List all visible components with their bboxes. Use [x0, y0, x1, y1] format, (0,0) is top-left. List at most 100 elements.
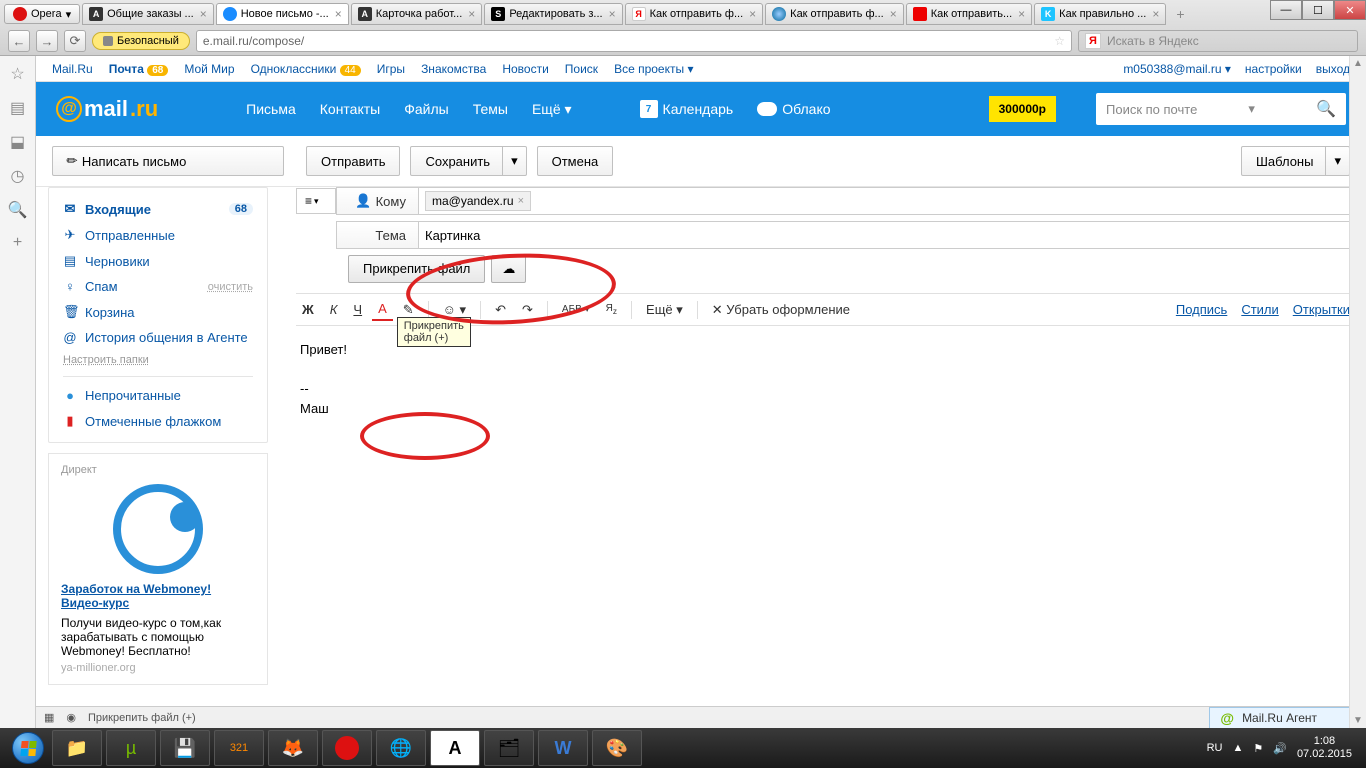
tray-lang[interactable]: RU	[1207, 742, 1223, 754]
remove-format-button[interactable]: ✕ Убрать оформление	[706, 299, 856, 321]
hdr-contacts[interactable]: Контакты	[320, 101, 380, 117]
bold-button[interactable]: Ж	[296, 299, 320, 320]
tray-sound-icon[interactable]: 🔊	[1273, 742, 1287, 755]
tab-5[interactable]: Как отправить ф...×	[765, 3, 904, 25]
maximize-button[interactable]: ☐	[1302, 0, 1334, 20]
reload-button[interactable]: ⟳	[64, 30, 86, 52]
task-folders[interactable]: 🗂	[484, 730, 534, 766]
topnav-link[interactable]: Игры	[377, 62, 405, 76]
cards-link[interactable]: Открытки	[1293, 302, 1350, 317]
folder-trash[interactable]: 🗑Корзина	[49, 299, 267, 325]
signature-link[interactable]: Подпись	[1176, 302, 1227, 317]
recipient-chip[interactable]: ma@yandex.ru×	[425, 191, 531, 211]
compose-button[interactable]: ✎ Написать письмо	[52, 146, 284, 176]
scrollbar[interactable]	[1349, 56, 1366, 728]
safe-badge[interactable]: Безопасный	[92, 32, 190, 50]
folder-agent[interactable]: @История общения в Агенте	[49, 325, 267, 350]
bookmark-icon[interactable]: ☆	[1054, 34, 1065, 48]
topnav-link[interactable]: Все проекты ▾	[614, 62, 693, 76]
tab-3[interactable]: SРедактировать з...×	[484, 3, 622, 25]
task-mpc[interactable]: 321	[214, 730, 264, 766]
settings-link[interactable]: настройки	[1245, 62, 1302, 76]
editor-body[interactable]: Привет! -- Маш	[296, 326, 1350, 606]
tab-7[interactable]: KКак правильно ...×	[1034, 3, 1166, 25]
topnav-link[interactable]: Поиск	[565, 62, 598, 76]
folder-inbox[interactable]: ✉Входящие68	[49, 196, 267, 222]
folder-spam[interactable]: ♀Спамочистить	[49, 274, 267, 299]
send-button[interactable]: Отправить	[306, 146, 400, 176]
ad-image[interactable]	[93, 484, 223, 574]
subject-field[interactable]	[418, 221, 1350, 249]
folder-drafts[interactable]: ▤Черновики	[49, 248, 267, 274]
hdr-files[interactable]: Файлы	[404, 101, 448, 117]
templates-button[interactable]: Шаблоны▾	[1241, 146, 1350, 176]
search-icon[interactable]: 🔍	[1316, 99, 1336, 119]
chevron-down-icon[interactable]: ▾	[502, 147, 526, 175]
hdr-themes[interactable]: Темы	[473, 101, 508, 117]
task-explorer[interactable]: 📁	[52, 730, 102, 766]
opera-menu-button[interactable]: Opera ▾	[4, 4, 80, 24]
tab-2[interactable]: AКарточка работ...×	[351, 3, 483, 25]
logout-link[interactable]: выход	[1316, 62, 1350, 76]
folder-flagged[interactable]: ▮Отмеченные флажком	[49, 408, 267, 434]
attach-button[interactable]: Прикрепить файл	[348, 255, 485, 283]
task-word[interactable]: W	[538, 730, 588, 766]
tab-4[interactable]: ЯКак отправить ф...×	[625, 3, 764, 25]
promo-badge[interactable]: 300000р	[989, 96, 1056, 122]
topnav-link[interactable]: Мой Мир	[184, 62, 234, 76]
start-button[interactable]	[8, 728, 48, 768]
styles-link[interactable]: Стили	[1241, 302, 1278, 317]
back-button[interactable]: ←	[8, 30, 30, 52]
task-firefox[interactable]: 🦊	[268, 730, 318, 766]
tag-icon[interactable]: ⬓	[10, 132, 25, 152]
tab-6[interactable]: Как отправить...×	[906, 3, 1032, 25]
tray-clock[interactable]: 1:08 07.02.2015	[1297, 735, 1352, 761]
task-paint[interactable]: 🎨	[592, 730, 642, 766]
undo-button[interactable]: ↶	[489, 299, 512, 321]
italic-button[interactable]: К	[324, 299, 344, 320]
cancel-button[interactable]: Отмена	[537, 146, 614, 176]
search-icon[interactable]: 🔍	[8, 200, 28, 220]
spellcheck-button[interactable]: АБВ ▾	[556, 301, 596, 318]
agent-bar[interactable]: @ Mail.Ru Агент	[1209, 707, 1358, 729]
folder-sent[interactable]: ✈Отправленные	[49, 222, 267, 248]
folder-unread[interactable]: ●Непрочитанные	[49, 383, 267, 408]
task-chrome[interactable]: 🌐	[376, 730, 426, 766]
hdr-letters[interactable]: Письма	[246, 101, 296, 117]
topnav-link[interactable]: Знакомства	[421, 62, 486, 76]
close-button[interactable]: ✕	[1334, 0, 1366, 20]
tab-0[interactable]: AОбщие заказы ...×	[82, 3, 214, 25]
close-icon[interactable]: ×	[1152, 7, 1159, 21]
highlight-button[interactable]: ✎Прикрепить файл (+)	[397, 299, 420, 321]
close-icon[interactable]: ×	[335, 7, 342, 21]
tray-flag-icon[interactable]: ⚑	[1253, 742, 1263, 755]
close-icon[interactable]: ×	[468, 7, 475, 21]
attach-cloud-button[interactable]: ☁	[491, 255, 526, 283]
yandex-search[interactable]: Я Искать в Яндекс	[1078, 30, 1358, 52]
tab-1[interactable]: Новое письмо -...×	[216, 3, 349, 25]
ad-link[interactable]: Заработок на Webmoney! Видео-курс	[61, 582, 255, 610]
remove-icon[interactable]: ×	[518, 195, 524, 207]
close-icon[interactable]: ×	[749, 7, 756, 21]
topnav-link[interactable]: Новости	[502, 62, 548, 76]
close-icon[interactable]: ×	[200, 7, 207, 21]
history-icon[interactable]: ◷	[11, 166, 25, 186]
subject-input[interactable]	[425, 228, 1343, 243]
hdr-more[interactable]: Ещё ▾	[532, 101, 572, 118]
topnav-link[interactable]: Mail.Ru	[52, 62, 93, 76]
more-button[interactable]: Ещё ▾	[640, 299, 689, 321]
close-icon[interactable]: ×	[1018, 7, 1025, 21]
chevron-down-icon[interactable]: ▾	[1325, 147, 1349, 175]
task-opera[interactable]	[322, 730, 372, 766]
translit-button[interactable]: Яz	[600, 300, 623, 319]
add-panel-icon[interactable]: +	[13, 234, 22, 252]
to-field[interactable]: ma@yandex.ru×	[418, 187, 1350, 215]
close-icon[interactable]: ×	[890, 7, 897, 21]
close-icon[interactable]: ×	[609, 7, 616, 21]
hdr-calendar[interactable]: 7Календарь	[640, 100, 734, 118]
mailru-logo[interactable]: @ mail.ru	[56, 96, 158, 122]
hdr-cloud[interactable]: Облако	[757, 101, 830, 117]
new-tab-button[interactable]: +	[1168, 4, 1192, 24]
configure-folders[interactable]: Настроить папки	[49, 350, 267, 370]
note-icon[interactable]: ▤	[10, 98, 25, 118]
